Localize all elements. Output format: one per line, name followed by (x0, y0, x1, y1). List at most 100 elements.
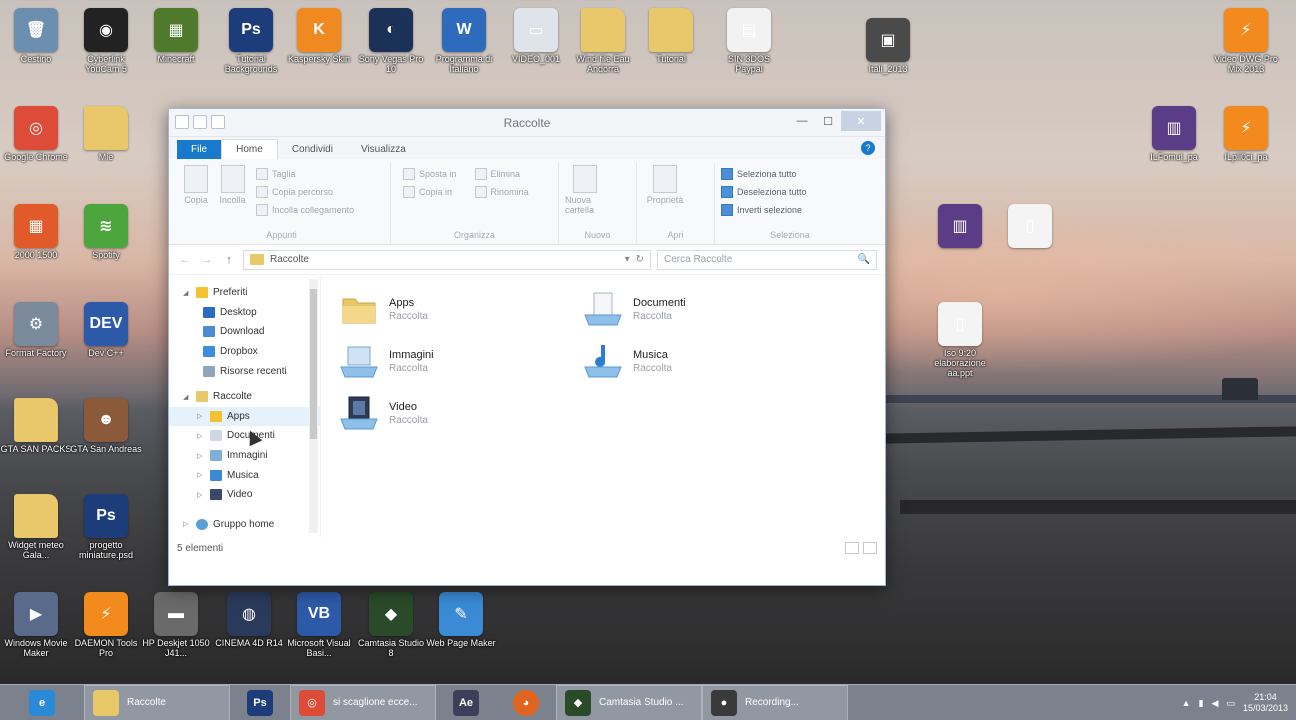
desktop-icon-8[interactable]: Wind file Eau Andorra (567, 8, 639, 74)
desktop-icon-0[interactable]: 🗑 Cestino (0, 8, 72, 64)
desktop-icon-5[interactable]: ◐ Sony Vegas Pro 10 (355, 8, 427, 74)
invert-selection-button[interactable]: Inverti selezione (721, 201, 859, 219)
search-icon[interactable]: 🔍 (858, 254, 870, 265)
minimize-button[interactable]: — (789, 111, 815, 131)
expand-triangle-icon[interactable]: ◢ (183, 393, 191, 401)
network-icon[interactable]: ▮ (1199, 698, 1204, 709)
power-icon[interactable]: ▭ (1226, 698, 1235, 709)
desktop-icon-21[interactable]: ⚙ Format Factory (0, 302, 72, 358)
explorer-window[interactable]: Raccolte — ☐ ✕ File Home Condividi Visua… (168, 108, 886, 586)
desktop-icon-4[interactable]: K Kaspersky Skin (283, 8, 355, 64)
desktop-icon-11[interactable]: ▣ Itali_2013 (852, 18, 924, 74)
taskbar-chrome[interactable]: ◎ si scaglione ecce... (290, 684, 436, 720)
scrollbar-thumb[interactable] (310, 289, 317, 439)
tab-share[interactable]: Condividi (278, 140, 347, 159)
desktop-icon-25[interactable]: ☻ GTA San Andreas (70, 398, 142, 454)
collapse-triangle-icon[interactable]: ▷ (197, 452, 205, 460)
rename-button[interactable]: Rinomina (474, 183, 529, 201)
library-apps[interactable]: Apps Raccolta (339, 289, 559, 329)
desktop-icon-1[interactable]: ◉ Cyberlink YouCam 5 (70, 8, 142, 74)
desktop-icon-31[interactable]: ◍ CINEMA 4D R14 (213, 592, 285, 648)
copy-button[interactable]: Copia (179, 165, 213, 205)
desktop-icon-9[interactable]: Tutorial (635, 8, 707, 64)
desktop-icon-26[interactable]: Widget meteo Gala... (0, 494, 72, 560)
collapse-triangle-icon[interactable]: ▷ (183, 520, 191, 528)
paste-shortcut-button[interactable]: Incolla collegamento (256, 201, 354, 219)
library-documents[interactable]: Documenti Raccolta (583, 289, 803, 329)
properties-button[interactable]: Proprietà (643, 165, 687, 205)
forward-button[interactable]: → (199, 252, 215, 268)
desktop-icon-27[interactable]: Ps progetto miniature.psd (70, 494, 142, 560)
desktop-icon-17[interactable]: ▦ 2000 1500 (0, 204, 72, 260)
maximize-button[interactable]: ☐ (815, 111, 841, 131)
delete-button[interactable]: Elimina (474, 165, 529, 183)
close-button[interactable]: ✕ (841, 111, 881, 131)
chevron-down-icon[interactable]: ▾ (625, 254, 630, 265)
copy-path-button[interactable]: Copia percorso (256, 183, 354, 201)
select-all-button[interactable]: Seleziona tutto (721, 165, 859, 183)
tab-home[interactable]: Home (221, 139, 278, 159)
taskbar-firefox[interactable]: ◕ (496, 685, 556, 720)
desktop-icon-18[interactable]: ≋ Spotify (70, 204, 142, 260)
desktop-icon-30[interactable]: ▬ HP Deskjet 1050 J41... (140, 592, 212, 658)
search-input[interactable]: Cerca Raccolte 🔍 (657, 249, 877, 270)
collapse-triangle-icon[interactable]: ▷ (197, 471, 205, 479)
select-none-button[interactable]: Deseleziona tutto (721, 183, 859, 201)
desktop-icon-32[interactable]: VB Microsoft Visual Basi... (283, 592, 355, 658)
volume-icon[interactable]: ◀ (1212, 698, 1219, 709)
nav-recent[interactable]: Risorse recenti (169, 361, 320, 381)
nav-homegroup[interactable]: ▷ Gruppo home (169, 515, 320, 535)
desktop-icon-14[interactable]: Mie (70, 106, 142, 162)
desktop-icon-29[interactable]: ⚡ DAEMON Tools Pro (70, 592, 142, 658)
nav-video[interactable]: ▷ Video (169, 485, 320, 505)
desktop-icon-19[interactable]: ▥ (924, 204, 996, 250)
library-video[interactable]: Video Raccolta (339, 393, 559, 433)
nav-music[interactable]: ▷ Musica (169, 465, 320, 485)
new-folder-button[interactable]: Nuova cartella (565, 165, 605, 215)
nav-images[interactable]: ▷ Immagini (169, 446, 320, 466)
desktop-icon-16[interactable]: ⚡ ILpli0ci_pa (1210, 106, 1282, 162)
taskbar-recording[interactable]: ● Recording... (702, 684, 848, 720)
taskbar-after-effects[interactable]: Ae (436, 685, 496, 720)
address-box[interactable]: Raccolte ▾ ↻ (243, 249, 651, 270)
taskbar-internet-explorer[interactable]: e (0, 685, 84, 720)
taskbar-camtasia[interactable]: ◆ Camtasia Studio ... (556, 684, 702, 720)
taskbar-raccolte[interactable]: Raccolte (84, 684, 230, 720)
library-music[interactable]: Musica Raccolta (583, 341, 803, 381)
desktop-icon-15[interactable]: ▥ ILFomul_pa (1138, 106, 1210, 162)
paste-button[interactable]: Incolla (216, 165, 250, 205)
title-bar[interactable]: Raccolte — ☐ ✕ (169, 109, 885, 137)
desktop-icon-6[interactable]: W Programma di Italiano (428, 8, 500, 74)
collapse-triangle-icon[interactable]: ▷ (197, 412, 205, 420)
nav-apps[interactable]: ▷ Apps (169, 406, 320, 427)
expand-triangle-icon[interactable]: ◢ (183, 289, 191, 297)
up-button[interactable]: ↑ (221, 252, 237, 268)
desktop-icon-28[interactable]: ▶ Windows Movie Maker (0, 592, 72, 658)
nav-favorites[interactable]: ◢ Preferiti (169, 283, 320, 303)
show-hidden-icons-icon[interactable]: ▲ (1182, 698, 1191, 708)
breadcrumb-raccolte[interactable]: Raccolte (270, 254, 309, 265)
desktop-icon-7[interactable]: ▭ VIDEO_001 (500, 8, 572, 64)
tab-view[interactable]: Visualizza (347, 140, 420, 159)
desktop-icon-2[interactable]: ▦ Minecraft (140, 8, 212, 64)
collapse-triangle-icon[interactable]: ▷ (197, 491, 205, 499)
back-button[interactable]: ← (177, 252, 193, 268)
desktop-icon-23[interactable]: ▯ Iso 9:20 elaborazione aa.ppt (924, 302, 996, 378)
nav-desktop[interactable]: Desktop (169, 303, 320, 323)
refresh-icon[interactable]: ↻ (636, 254, 644, 265)
desktop-icon-22[interactable]: DEV Dev C++ (70, 302, 142, 358)
desktop-icon-34[interactable]: ✎ Web Page Maker (425, 592, 497, 648)
taskbar-photoshop[interactable]: Ps (230, 685, 290, 720)
library-images[interactable]: Immagini Raccolta (339, 341, 559, 381)
move-to-button[interactable]: Sposta in (403, 165, 457, 183)
nav-libraries[interactable]: ◢ Raccolte (169, 387, 320, 407)
nav-dropbox[interactable]: Dropbox (169, 342, 320, 362)
help-icon[interactable]: ? (861, 141, 875, 155)
desktop-icon-3[interactable]: Ps Tutorial Backgrounds (215, 8, 287, 74)
desktop-icon-33[interactable]: ◆ Camtasia Studio 8 (355, 592, 427, 658)
clock[interactable]: 21:04 15/03/2013 (1243, 692, 1288, 714)
desktop-icon-12[interactable]: ⚡ Video DWG Pro Mix 2013 (1210, 8, 1282, 74)
nav-download[interactable]: Download (169, 322, 320, 342)
desktop-icon-20[interactable]: ▯ (994, 204, 1066, 250)
desktop-icon-10[interactable]: ▤ SIN 3DOS Paypal (713, 8, 785, 74)
